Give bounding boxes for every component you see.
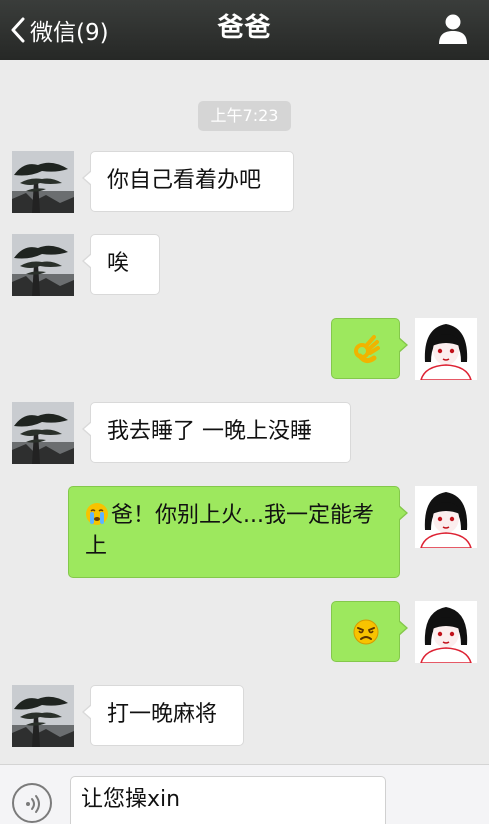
person-icon — [439, 14, 467, 44]
message-bubble-outgoing[interactable] — [331, 318, 408, 379]
angry-face-emoji-icon — [353, 619, 378, 644]
chat-header: 微信(9) 爸爸 — [0, 0, 489, 60]
father-avatar[interactable] — [12, 402, 74, 464]
message-text: 我去睡了 一晚上没睡 — [107, 419, 312, 444]
my-avatar[interactable] — [415, 601, 477, 663]
message-input[interactable]: 让您操xin — [70, 776, 386, 824]
message-bubble-incoming[interactable]: 你自己看着办吧 — [82, 151, 294, 212]
father-avatar[interactable] — [12, 685, 74, 747]
message-text: 爸！你别上火...我一定能考上 — [85, 503, 374, 559]
message-bubble-incoming[interactable]: 我去睡了 一晚上没睡 — [82, 402, 351, 463]
message-text: 唉 — [107, 251, 130, 276]
my-avatar[interactable] — [415, 318, 477, 380]
crying-face-emoji-icon — [86, 503, 108, 525]
message-bubble-outgoing[interactable] — [331, 601, 408, 662]
voice-icon — [26, 795, 40, 813]
my-avatar[interactable] — [415, 486, 477, 548]
message-bubble-outgoing[interactable]: 爸！你别上火...我一定能考上 — [68, 486, 408, 578]
ok-hand-emoji-icon — [353, 334, 380, 363]
message-text: 你自己看着办吧 — [107, 168, 262, 193]
back-label: 微信(9) — [30, 20, 109, 46]
timestamp: 上午7:23 — [198, 101, 291, 131]
chevron-left-icon — [11, 17, 25, 43]
voice-input-button[interactable] — [12, 783, 52, 823]
father-avatar[interactable] — [12, 151, 74, 213]
message-text: 打一晚麻将 — [107, 702, 218, 727]
message-bubble-incoming[interactable]: 唉 — [82, 234, 160, 295]
message-bubble-incoming[interactable]: 打一晚麻将 — [82, 685, 244, 746]
contact-info-button[interactable] — [437, 12, 469, 46]
back-button[interactable]: 微信(9) — [10, 0, 109, 60]
father-avatar[interactable] — [12, 234, 74, 296]
message-composer: 让您操xin — [0, 764, 489, 824]
